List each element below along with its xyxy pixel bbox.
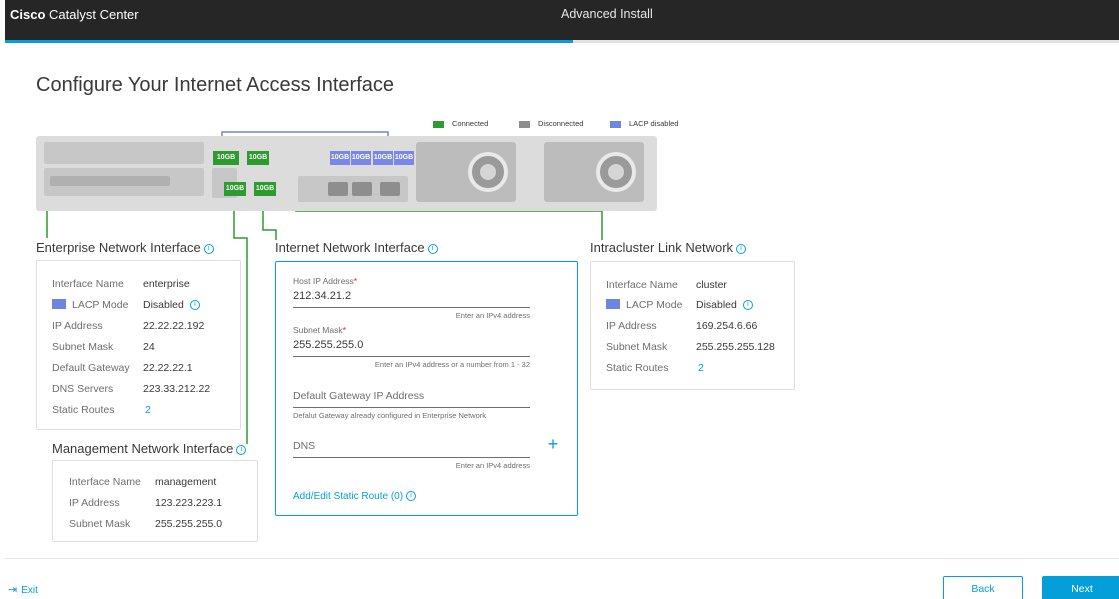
enterprise-static-routes-link[interactable]: 2 (145, 404, 151, 416)
info-icon[interactable]: i (742, 300, 753, 311)
management-card: Interface Name management IP Address 123.2… (52, 460, 258, 542)
power-supply-1 (416, 142, 516, 202)
intracluster-section-title: Intracluster Link Network i (590, 240, 747, 255)
legend-lacp-disabled: LACP disabled (610, 119, 678, 128)
host-ip-input[interactable]: 212.34.21.2 (293, 290, 530, 304)
info-icon[interactable]: i (427, 243, 438, 254)
internet-section-title: Internet Network Interface i (275, 240, 438, 255)
dns-help: Enter an IPv4 address (455, 461, 530, 470)
host-ip-field[interactable]: Host IP Address* 212.34.21.2 Enter an IP… (293, 276, 530, 320)
exit-icon: ⇥ (8, 584, 18, 596)
fan-icon (596, 152, 636, 192)
subnet-mask-field[interactable]: Subnet Mask* 255.255.255.0 Enter an IPv4… (293, 325, 530, 369)
dns-input[interactable]: DNS (293, 440, 530, 454)
port-internet: 10GB (254, 182, 276, 196)
dns-field[interactable]: DNS Enter an IPv4 address (293, 440, 530, 470)
port-lacp-1: 10GB (330, 151, 350, 165)
lacp-disabled-icon (606, 299, 620, 309)
legend-connected: Connected (433, 119, 488, 128)
wizard-progress-fill (5, 40, 574, 43)
info-icon[interactable]: i (406, 491, 417, 502)
management-section-title: Management Network Interface i (52, 441, 247, 456)
power-supply-2 (544, 142, 644, 202)
lacp-disabled-icon (52, 299, 66, 309)
wizard-progress-bar (5, 40, 1119, 43)
plus-icon[interactable]: + (545, 435, 561, 453)
back-button[interactable]: Back (943, 576, 1023, 599)
port-management: 10GB (224, 182, 246, 196)
wizard-title: Advanced Install (561, 7, 653, 21)
port-lacp-3: 10GB (373, 151, 393, 165)
default-gateway-field[interactable]: Default Gateway IP Address Defalut Gatew… (293, 390, 530, 420)
default-gateway-help: Defalut Gateway already configured in En… (293, 411, 487, 420)
info-icon[interactable]: i (203, 243, 214, 254)
info-icon[interactable]: i (236, 444, 247, 455)
server-diagram: 10GB 10GB 10GB 10GB 10GB 10GB 10GB 10GB (36, 126, 657, 212)
next-button[interactable]: Next (1042, 576, 1119, 599)
port-intracluster: 10GB (247, 151, 269, 165)
intracluster-static-routes-link[interactable]: 2 (698, 362, 704, 374)
info-icon[interactable]: i (736, 243, 747, 254)
port-lacp-2: 10GB (351, 151, 371, 165)
port-enterprise: 10GB (213, 151, 239, 165)
internet-form-card: Host IP Address* 212.34.21.2 Enter an IP… (275, 261, 578, 516)
fan-icon (468, 152, 508, 192)
host-ip-help: Enter an IPv4 address (455, 311, 530, 320)
footer-divider (5, 558, 1119, 559)
top-bar: Cisco Catalyst Center Advanced Install (5, 0, 1119, 40)
page-title: Configure Your Internet Access Interface (36, 74, 394, 96)
legend-disconnected: Disconnected (519, 119, 583, 128)
add-edit-static-route-link[interactable]: Add/Edit Static Route (0) i (293, 491, 417, 502)
enterprise-section-title: Enterprise Network Interface i (36, 240, 214, 255)
intracluster-card: Interface Name cluster LACP Mode Disabled i… (590, 261, 795, 390)
subnet-mask-help: Enter an IPv4 address or a number from 1… (374, 360, 530, 369)
enterprise-card: Interface Name enterprise LACP Mode Disabl… (36, 260, 241, 430)
default-gateway-input[interactable]: Default Gateway IP Address (293, 390, 530, 404)
info-icon[interactable]: i (189, 300, 200, 311)
subnet-mask-input[interactable]: 255.255.255.0 (293, 339, 530, 353)
exit-button[interactable]: ⇥ Exit (8, 583, 38, 596)
port-lacp-4: 10GB (394, 151, 414, 165)
app-title: Cisco Catalyst Center (10, 7, 139, 22)
